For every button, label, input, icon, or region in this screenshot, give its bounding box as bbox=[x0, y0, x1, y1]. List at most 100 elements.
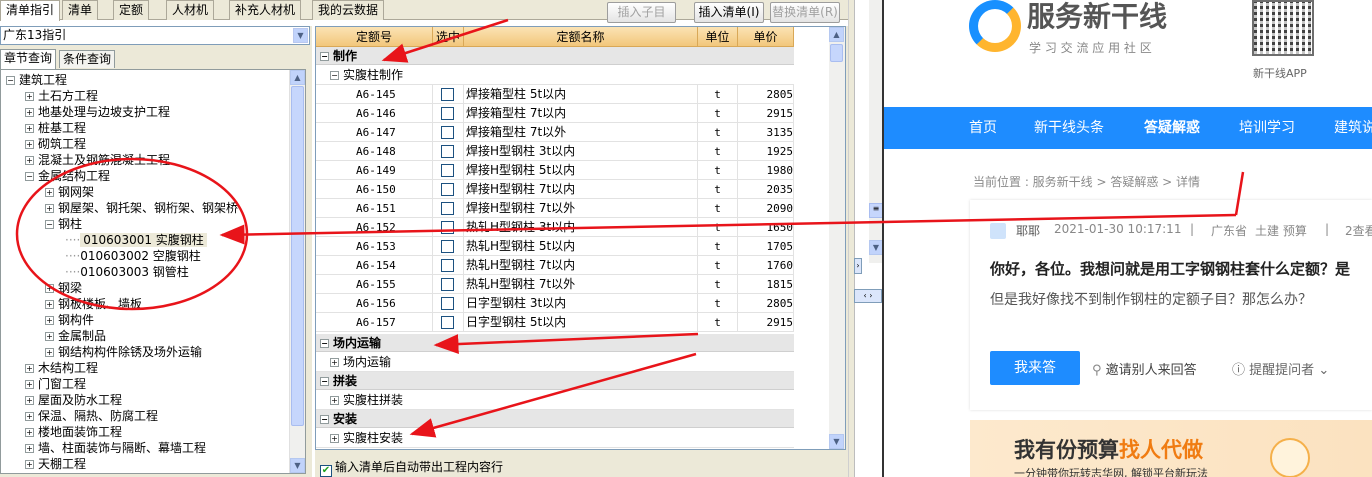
tree-node[interactable]: − 建筑工程 bbox=[6, 72, 67, 88]
row-checkbox[interactable] bbox=[441, 202, 454, 215]
table-row[interactable]: A6-146 焊接箱型柱 7t以内 t 2915 bbox=[316, 104, 794, 123]
tree-node[interactable]: + 屋面及防水工程 bbox=[25, 392, 122, 408]
tree-node[interactable]: + 木结构工程 bbox=[25, 360, 98, 376]
grid-scrollbar[interactable]: ▲ ▼ bbox=[829, 27, 845, 449]
expand-icon[interactable]: + bbox=[45, 348, 54, 357]
subgroup-row[interactable]: + 实腹柱安装 bbox=[316, 429, 794, 448]
collapse-icon[interactable]: − bbox=[320, 415, 329, 424]
tree-node[interactable]: + 钢梁 bbox=[45, 280, 82, 296]
expand-icon[interactable]: + bbox=[25, 108, 34, 117]
insert-list-button[interactable]: 插入清单(I) bbox=[694, 2, 764, 23]
group-row-fabrication[interactable]: − 制作 bbox=[316, 47, 794, 65]
tree-node[interactable]: + 门窗工程 bbox=[25, 376, 86, 392]
row-checkbox[interactable] bbox=[441, 183, 454, 196]
splitter-arrow-icon[interactable]: › bbox=[854, 258, 862, 274]
subgroup-row[interactable]: − 实腹柱制作 bbox=[316, 66, 794, 85]
tree-node[interactable]: + 保温、隔热、防腐工程 bbox=[25, 408, 158, 424]
row-checkbox[interactable] bbox=[441, 221, 454, 234]
nav-home[interactable]: 首页 bbox=[969, 107, 997, 149]
expand-icon[interactable]: + bbox=[25, 124, 34, 133]
tree-node[interactable]: + 楼地面装饰工程 bbox=[25, 424, 122, 440]
answer-button[interactable]: 我来答 bbox=[990, 351, 1080, 385]
expand-icon[interactable]: + bbox=[25, 140, 34, 149]
expand-icon[interactable]: + bbox=[25, 396, 34, 405]
col-header-code[interactable]: 定额号 bbox=[316, 27, 433, 47]
row-checkbox[interactable] bbox=[441, 259, 454, 272]
scroll-down-icon[interactable]: ▼ bbox=[290, 458, 305, 473]
tree-leaf-item[interactable]: ···· 010603001 实腹钢柱 bbox=[65, 232, 207, 248]
tree-leaf-item[interactable]: ····010603002 空腹钢柱 bbox=[65, 248, 201, 264]
tree-node[interactable]: + 钢构件 bbox=[45, 312, 94, 328]
scroll-down-icon[interactable]: ▼ bbox=[869, 240, 883, 255]
collapse-icon[interactable]: − bbox=[25, 172, 34, 181]
table-row[interactable]: A6-152 热轧H型钢柱 3t以内 t 1650 bbox=[316, 218, 794, 237]
tab-list-guide[interactable]: 清单指引 bbox=[0, 0, 61, 21]
tab-list[interactable]: 清单 bbox=[62, 0, 99, 20]
table-row[interactable]: A6-154 热轧H型钢柱 7t以内 t 1760 bbox=[316, 256, 794, 275]
row-checkbox[interactable] bbox=[441, 107, 454, 120]
table-row[interactable]: A6-155 热轧H型钢柱 7t以外 t 1815 bbox=[316, 275, 794, 294]
row-checkbox[interactable] bbox=[441, 145, 454, 158]
chevron-down-icon[interactable]: ▼ bbox=[293, 28, 308, 43]
expand-icon[interactable]: + bbox=[25, 156, 34, 165]
expand-icon[interactable]: + bbox=[45, 188, 54, 197]
table-row[interactable]: A6-156 日字型钢柱 3t以内 t 2805 bbox=[316, 294, 794, 313]
tree-node[interactable]: + 钢屋架、钢托架、钢桁架、钢架桥 bbox=[45, 200, 238, 216]
tree-leaf-item[interactable]: ····010603003 钢管柱 bbox=[65, 264, 189, 280]
col-header-unit[interactable]: 单位 bbox=[698, 27, 738, 47]
tree-node[interactable]: − 钢柱 bbox=[45, 216, 82, 232]
scroll-up-icon[interactable]: ▲ bbox=[290, 70, 305, 85]
table-row[interactable]: A6-145 焊接箱型柱 5t以内 t 2805 bbox=[316, 85, 794, 104]
expand-icon[interactable]: + bbox=[330, 358, 339, 367]
table-row[interactable]: A6-149 焊接H型钢柱 5t以内 t 1980 bbox=[316, 161, 794, 180]
row-checkbox[interactable] bbox=[441, 316, 454, 329]
collapse-icon[interactable]: − bbox=[320, 339, 329, 348]
collapse-icon[interactable]: − bbox=[320, 52, 329, 61]
nav-construction[interactable]: 建筑说 bbox=[1334, 107, 1372, 149]
tree-node[interactable]: + 天棚工程 bbox=[25, 456, 86, 472]
expand-icon[interactable]: + bbox=[45, 332, 54, 341]
row-checkbox[interactable] bbox=[441, 126, 454, 139]
table-row[interactable]: A6-148 焊接H型钢柱 3t以内 t 1925 bbox=[316, 142, 794, 161]
table-row[interactable]: A6-147 焊接箱型柱 7t以外 t 3135 bbox=[316, 123, 794, 142]
collapse-icon[interactable]: − bbox=[320, 377, 329, 386]
tree-node[interactable]: + 砌筑工程 bbox=[25, 136, 86, 152]
tree-node[interactable]: + 钢网架 bbox=[45, 184, 94, 200]
subgroup-row[interactable]: + 场内运输 bbox=[316, 353, 794, 372]
tab-chapter-query[interactable]: 章节查询 bbox=[0, 49, 57, 69]
post-title[interactable]: 你好，各位。我想问就是用工字钢钢柱套什么定额？是 bbox=[990, 258, 1350, 279]
table-row[interactable]: A6-157 日字型钢柱 5t以内 t 2915 bbox=[316, 313, 794, 332]
expand-icon[interactable]: + bbox=[25, 444, 34, 453]
tree-node[interactable]: + 金属制品 bbox=[45, 328, 106, 344]
nav-qa[interactable]: 答疑解惑 bbox=[1144, 107, 1200, 149]
table-row[interactable]: A6-153 热轧H型钢柱 5t以内 t 1705 bbox=[316, 237, 794, 256]
col-header-select[interactable]: 选中 bbox=[433, 27, 464, 47]
expand-icon[interactable]: + bbox=[25, 380, 34, 389]
scroll-up-icon[interactable]: ▲ bbox=[829, 27, 844, 42]
expand-icon[interactable]: + bbox=[25, 364, 34, 373]
collapse-icon[interactable]: − bbox=[330, 71, 339, 80]
expand-icon[interactable]: + bbox=[45, 204, 54, 213]
tree-node[interactable]: − 金属结构工程 bbox=[25, 168, 110, 184]
expand-icon[interactable]: + bbox=[45, 300, 54, 309]
row-checkbox[interactable] bbox=[441, 240, 454, 253]
scrollbar-grip-icon[interactable]: ≡ bbox=[869, 203, 883, 218]
ad-banner[interactable]: 我有份预算找人代做 一分钟带你玩转志华网, 解锁平台新玩法 bbox=[970, 420, 1372, 477]
auto-content-checkbox[interactable]: ✔ 输入清单后自动带出工程内容行 bbox=[320, 458, 503, 477]
collapse-icon[interactable]: − bbox=[45, 220, 54, 229]
scroll-down-icon[interactable]: ▼ bbox=[829, 434, 844, 449]
splitter-toggle-icon[interactable]: ‹ › bbox=[854, 289, 882, 303]
collapse-icon[interactable]: − bbox=[6, 76, 15, 85]
scrollbar-thumb[interactable] bbox=[291, 86, 304, 426]
tree-node[interactable]: + 钢板楼板、墙板 bbox=[45, 296, 142, 312]
tree-node[interactable]: + 土石方工程 bbox=[25, 88, 98, 104]
tree-node[interactable]: + 混凝土及钢筋混凝土工程 bbox=[25, 152, 170, 168]
expand-icon[interactable]: + bbox=[45, 316, 54, 325]
tab-labor-material[interactable]: 人材机 bbox=[166, 0, 215, 20]
col-header-price[interactable]: 单价 bbox=[738, 27, 794, 47]
checkmark-icon[interactable]: ✔ bbox=[320, 465, 332, 477]
col-header-name[interactable]: 定额名称 bbox=[464, 27, 698, 47]
expand-icon[interactable]: + bbox=[25, 412, 34, 421]
tab-cloud-data[interactable]: 我的云数据 bbox=[312, 0, 385, 20]
remind-button[interactable]: ⓘ 提醒提问者 ⌄ bbox=[1232, 359, 1329, 378]
